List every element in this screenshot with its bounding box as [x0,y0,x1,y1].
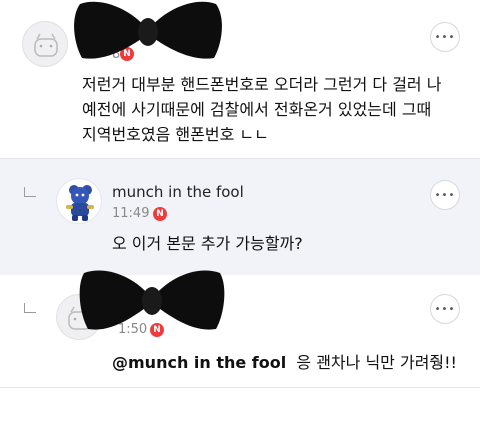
comment-body-line: 예전에 사기때문에 검찰에서 전화온거 있었는데 그때 [82,100,432,119]
more-options-icon: ••• [434,303,456,315]
comment-body: @munch in the fool 응 괜차나 닉만 가려줭!! [112,350,457,375]
more-options-button[interactable]: ••• [430,22,460,52]
avatar[interactable] [56,178,102,224]
more-options-button[interactable]: ••• [430,294,460,324]
comment-body-line: 지역번호였음 핸폰번호 ㄴㄴ [82,125,269,144]
bowtie-mask [79,270,225,330]
comment-item: 1:50 N ••• @munch in the fool 응 괜차나 닉만 가… [0,270,480,387]
comment-nickname[interactable]: munch in the fool [112,183,244,201]
reply-arrow-icon [24,187,36,197]
comment-time: 11:49 [112,206,150,221]
comment-item: munch in the fool 11:49 N ••• 오 이거 본문 추가… [0,159,480,275]
new-badge-icon: N [153,207,167,221]
comment-body: 저런거 대부분 핸드폰번호로 오더라 그런거 다 걸러 나 예전에 사기때문에 … [82,72,441,147]
comment-body-line: 저런거 대부분 핸드폰번호로 오더라 그런거 다 걸러 나 [82,75,442,94]
more-options-icon: ••• [434,189,456,201]
more-options-icon: ••• [434,31,456,43]
mention-link[interactable]: @munch in the fool [112,353,286,372]
default-avatar-icon [34,33,58,57]
more-options-button[interactable]: ••• [430,180,460,210]
comment-item: 8 N ••• 저런거 대부분 핸드폰번호로 오더라 그런거 다 걸러 나 예전… [0,0,480,159]
comment-body-text: 응 괜차나 닉만 가려줭!! [296,353,457,372]
avatar[interactable] [22,21,68,67]
bear-character-icon [66,185,94,221]
comment-body: 오 이거 본문 추가 가능할까? [112,234,303,253]
divider [0,387,480,388]
bowtie-mask [74,1,222,59]
reply-arrow-icon [24,303,36,313]
